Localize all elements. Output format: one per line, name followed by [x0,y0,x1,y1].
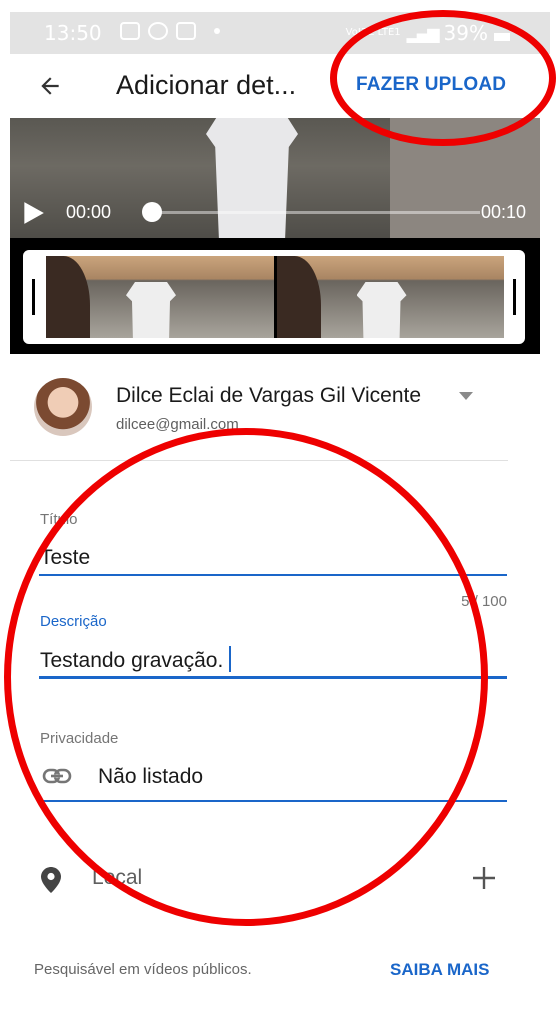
page-title: Adicionar det... [116,70,297,100]
youtube-notification-icon [176,22,196,40]
thumbnail-shirt [126,282,176,338]
trim-end-handle[interactable] [513,279,516,315]
divider [10,460,508,461]
upload-button[interactable]: FAZER UPLOAD [356,74,506,96]
status-indicators: VoLTE LTE1 ▂▄▆ 39% [346,21,510,45]
description-underline [39,676,507,679]
video-trimmer [10,238,540,354]
caret-down-icon[interactable] [459,392,473,400]
back-arrow-icon [41,77,59,95]
gallery-notification-icon [120,22,140,40]
location-field[interactable]: Local [92,866,142,890]
current-time: 00:00 [66,202,112,222]
description-label: Descrição [40,613,107,630]
video-frame-shirt [206,118,298,238]
back-button[interactable] [30,68,70,104]
learn-more-link[interactable]: SAIBA MAIS [390,960,490,980]
signal-icon: ▂▄▆ [406,23,440,43]
network-type: VoLTE LTE1 [345,27,401,38]
video-preview[interactable]: 00:00 00:10 [10,118,540,238]
privacy-select[interactable]: Não listado [98,765,203,789]
description-text: Testando gravação. [40,649,224,672]
video-duration: 00:10 [480,202,526,222]
plus-icon[interactable] [470,864,498,892]
play-button[interactable] [20,200,46,226]
whatsapp-notification-icon [148,22,168,40]
battery-icon [494,33,510,41]
video-thumbnail [273,256,504,338]
thumbnail-strip [46,256,504,338]
text-cursor [229,646,232,672]
account-name: Dilce Eclai de Vargas Gil Vicente [116,384,422,407]
title-underline [39,574,507,576]
link-icon [42,768,72,784]
seek-thumb[interactable] [142,202,162,222]
battery-level: 39% [443,21,488,45]
notification-icons [120,22,220,40]
more-notifications-icon [214,28,220,34]
searchable-note: Pesquisável em vídeos públicos. [34,961,252,978]
status-bar: 13:50 VoLTE LTE1 ▂▄▆ 39% [10,12,550,54]
account-selector[interactable]: Dilce Eclai de Vargas Gil Vicente dilcee… [0,372,559,456]
location-pin-icon [41,867,61,893]
video-thumbnail [46,256,274,338]
status-time: 13:50 [44,21,102,45]
thumbnail-shirt [356,282,407,338]
account-email: dilcee@gmail.com [116,416,239,433]
seek-bar[interactable] [150,211,480,214]
title-label: Título [40,511,78,528]
top-app-bar: Adicionar det... FAZER UPLOAD [0,54,559,118]
thumbnail-hair [276,256,321,338]
trim-start-handle[interactable] [32,279,35,315]
title-char-counter: 5 / 100 [461,593,507,610]
play-icon [24,202,44,224]
privacy-underline [39,800,507,802]
trim-selection[interactable] [23,250,525,344]
title-input[interactable]: Teste [40,546,90,570]
avatar [34,378,92,436]
upload-details-screen: 13:50 VoLTE LTE1 ▂▄▆ 39% Adicionar det..… [0,0,559,1022]
privacy-label: Privacidade [40,730,119,747]
description-input[interactable]: Testando gravação. [40,646,232,673]
thumbnail-hair [46,256,90,338]
